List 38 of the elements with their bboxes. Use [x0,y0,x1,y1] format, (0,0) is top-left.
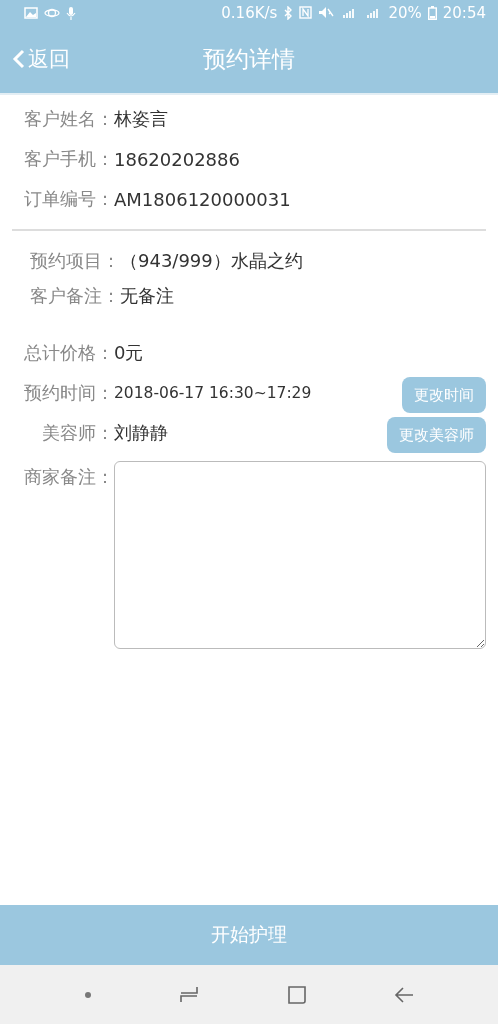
nfc-icon [299,6,313,19]
note-field[interactable] [114,461,486,649]
recent-apps-icon[interactable] [179,985,200,1004]
chevron-left-icon [12,49,26,69]
microphone-icon [66,5,76,20]
page-title: 预约详情 [203,45,295,72]
field-label: 商家备注： [23,465,114,489]
field-value: 2018-06-17 16:30~17:29 [114,384,313,402]
clock: 20:54 [442,3,486,22]
battery-level: 20% [388,3,422,22]
home-icon[interactable] [286,984,307,1005]
change-button[interactable]: 更改时间 [402,377,486,413]
field-label: 订单编号： [23,187,114,211]
field-value: 林姿言 [114,107,169,131]
field-label: 预约项目： [29,248,120,273]
field-value: 刘静静 [114,421,169,445]
bluetooth-icon [283,5,294,20]
field-value: 0元 [114,341,145,365]
mute-icon [318,6,335,19]
field-label: 客户备注： [29,283,120,308]
field-label: 美容师： [41,421,114,445]
field-label: 客户手机： [23,147,114,171]
network-speed: 0.16K/s [221,3,278,22]
field-label: 总计价格： [23,341,114,365]
dot-icon[interactable] [83,990,92,999]
planet-icon [44,6,60,19]
field-value: 18620202886 [114,148,241,170]
field-label: 客户姓名： [23,107,114,131]
image-icon [24,6,38,19]
field-label: 预约时间： [23,381,114,405]
back-arrow-icon[interactable] [394,986,415,1003]
field-value: AM1806120000031 [114,188,292,210]
field-value: 无备注 [120,283,175,308]
back-button[interactable]: 返回 [0,45,70,73]
battery-icon [427,5,437,20]
field-value: （943/999）水晶之约 [120,248,304,273]
change-button[interactable]: 更改美容师 [387,417,486,453]
start-care-button[interactable]: 开始护理 [0,905,498,965]
